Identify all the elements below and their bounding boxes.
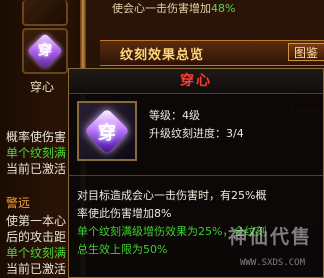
left-line-3: 当前已激活 bbox=[6, 162, 67, 176]
tooltip-icon-frame: 穿 bbox=[77, 101, 137, 161]
top-effect-value: 48% bbox=[211, 2, 236, 15]
engraving-slot-pierce-heart[interactable]: 穿 bbox=[22, 28, 68, 74]
tooltip-desc-line-4: 总生效上限为50% bbox=[77, 243, 168, 256]
engraving-overview-header: 纹刻效果总览 图鉴 bbox=[100, 40, 324, 66]
left-line-7: 单个纹刻满 bbox=[6, 246, 67, 260]
left-line-1: 概率使伤害 bbox=[6, 130, 67, 144]
tooltip-title: 穿心 bbox=[69, 69, 323, 94]
tooltip-desc-line-1: 对目标造成会心一击伤害时，有25%概 bbox=[77, 189, 267, 202]
watermark-url: WWW.SXDS.COM bbox=[240, 258, 306, 268]
panel-title: 纹刻效果总览 bbox=[120, 48, 205, 63]
codex-button[interactable]: 图鉴 bbox=[288, 43, 324, 61]
slot-label: 穿心 bbox=[30, 80, 55, 94]
left-line-2: 单个纹刻满 bbox=[6, 146, 67, 160]
slot-rune-glyph: 穿 bbox=[38, 43, 52, 59]
watermark-logo: 神仙代售 bbox=[228, 226, 313, 248]
tooltip-separator bbox=[69, 175, 323, 176]
tooltip-rune-glyph: 穿 bbox=[98, 123, 116, 144]
top-effect-desc: 使会心一击伤害增加 bbox=[112, 2, 211, 15]
engraving-slot-above[interactable] bbox=[22, 0, 68, 26]
game-screen: 穿 穿心 使会心一击伤害增加48% 纹刻效果总览 图鉴 概率使伤害 单个纹刻满 … bbox=[0, 0, 324, 278]
top-effect-text: 使会心一击伤害增加48% bbox=[112, 0, 235, 16]
tooltip-level: 等级：4级 bbox=[149, 109, 200, 122]
left-line-5: 使第一本心 bbox=[6, 214, 67, 228]
left-line-8: 当前已激活 bbox=[6, 262, 67, 276]
left-line-6: 后的攻击距 bbox=[6, 230, 67, 244]
left-line-4: 警远 bbox=[6, 196, 31, 210]
tooltip-upgrade-progress: 升级纹刻进度：3/4 bbox=[149, 127, 244, 140]
tooltip-desc-line-2: 率使此伤害增加8% bbox=[77, 207, 172, 220]
